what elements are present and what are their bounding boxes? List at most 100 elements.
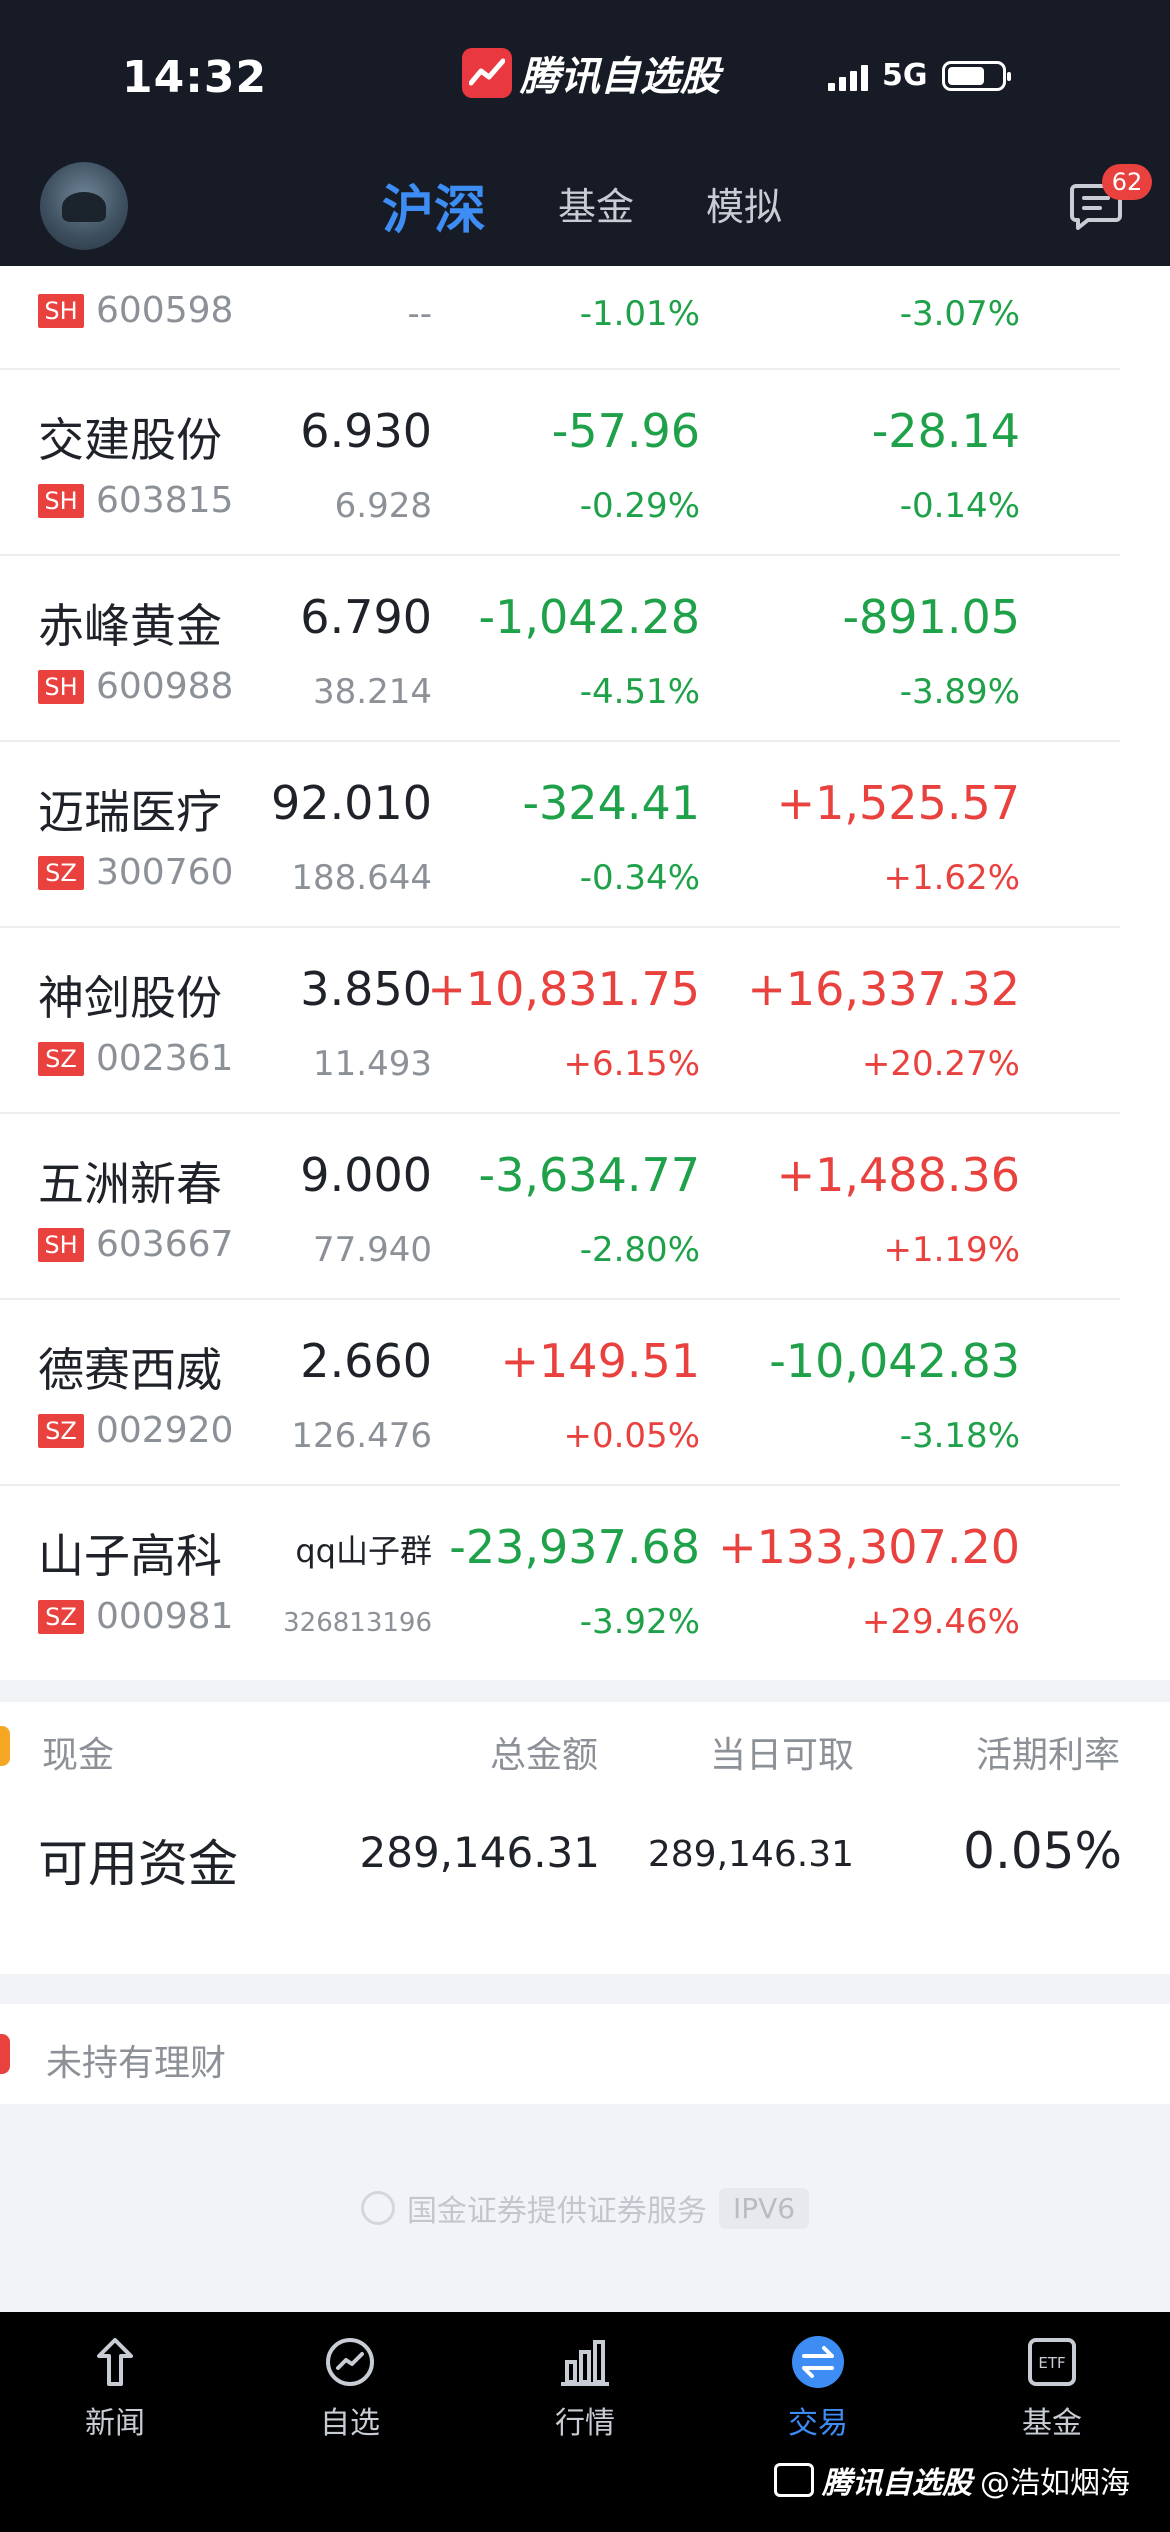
total-pnl-percent: +1.19% [883, 1230, 1021, 1270]
nav-label: 基金 [1022, 2406, 1082, 2441]
holding-row[interactable]: SH 600598 -- -1.01% -3.07% [0, 266, 1120, 370]
market-badge: SH [38, 293, 84, 328]
section-marker [0, 2034, 10, 2074]
nav-label: 行情 [555, 2406, 615, 2441]
market-badge: SZ [38, 1413, 84, 1448]
network-type: 5G [882, 58, 928, 93]
total-pnl: +1,488.36 [776, 1148, 1020, 1202]
watermark-logo-icon [774, 2463, 814, 2497]
today-pnl-percent: -3.92% [579, 1602, 700, 1642]
nav-trade[interactable]: 交易 [738, 2332, 898, 2442]
app-brand: 腾讯自选股 [462, 44, 720, 102]
etf-icon: ETF [1028, 2338, 1076, 2386]
wealth-card[interactable]: 未持有理财 [0, 2004, 1170, 2104]
nav-label: 新闻 [85, 2406, 145, 2441]
today-pnl-percent: -1.01% [579, 294, 700, 334]
broker-service-text: 国金证券提供证券服务 [406, 2194, 707, 2229]
holding-row[interactable]: 交建股份 SH 603815 6.930 6.928 -57.96 -0.29%… [0, 370, 1120, 556]
total-pnl-percent: +1.62% [883, 858, 1021, 898]
stock-name: 五洲新春 [38, 1157, 222, 1211]
market-badge: SZ [38, 1599, 84, 1634]
withdrawable-value: 289,146.31 [647, 1834, 854, 1875]
nav-news[interactable]: 新闻 [35, 2332, 195, 2442]
holdings-list: SH 600598 -- -1.01% -3.07% 交建股份 SH 60381… [0, 266, 1170, 1680]
holding-row[interactable]: 迈瑞医疗 SZ 300760 92.010 188.644 -324.41 -0… [0, 742, 1120, 928]
current-price: 3.850 [300, 962, 432, 1016]
cost-price: 126.476 [291, 1416, 432, 1456]
stock-code: 600988 [96, 666, 234, 707]
no-wealth-products-text: 未持有理财 [46, 2043, 227, 2084]
tab-simulated[interactable]: 模拟 [706, 176, 782, 231]
today-pnl-percent: -0.34% [579, 858, 700, 898]
available-funds-label: 可用资金 [38, 1835, 238, 1893]
holding-row[interactable]: 五洲新春 SH 603667 9.000 77.940 -3,634.77 -2… [0, 1114, 1120, 1300]
market-icon [561, 2340, 609, 2386]
ipv6-badge: IPV6 [718, 2187, 810, 2229]
nav-label: 自选 [320, 2406, 380, 2441]
stock-name: 交建股份 [38, 413, 222, 467]
current-price: qq山子群 [295, 1532, 432, 1570]
today-pnl: -3,634.77 [478, 1148, 700, 1202]
watermark-user: @浩如烟海 [980, 2466, 1130, 2501]
today-pnl-percent: +6.15% [563, 1044, 701, 1084]
total-pnl-percent: +20.27% [861, 1044, 1020, 1084]
current-price: 6.930 [300, 404, 432, 458]
tab-hushen[interactable]: 沪深 [382, 168, 486, 243]
market-badge: SH [38, 669, 84, 704]
market-badge: SZ [38, 1041, 84, 1076]
watchlist-icon [326, 2338, 374, 2386]
cost-price: 11.493 [313, 1044, 432, 1084]
current-price: 92.010 [271, 776, 432, 830]
total-pnl: -28.14 [871, 404, 1020, 458]
cost-price: 326813196 [283, 1608, 432, 1638]
signal-icon [828, 61, 868, 91]
status-time: 14:32 [122, 52, 268, 103]
interest-rate-value: 0.05% [963, 1822, 1122, 1880]
nav-market[interactable]: 行情 [505, 2332, 665, 2442]
market-tabs: 沪深 基金 模拟 [0, 176, 1170, 246]
cost-price: 38.214 [313, 672, 432, 712]
app-logo-icon [462, 48, 512, 98]
stock-code: 300760 [96, 852, 234, 893]
watermark: 腾讯自选股 @浩如烟海 [774, 2458, 1130, 2502]
total-pnl-percent: +29.46% [861, 1602, 1020, 1642]
app-name: 腾讯自选股 [520, 54, 720, 100]
status-icons: 5G [828, 58, 1011, 93]
bottom-navigation: 新闻 自选 行情 交易 ETF 基金 腾讯自选股 @浩如烟海 [0, 2312, 1170, 2532]
total-pnl: -891.05 [842, 590, 1020, 644]
stock-code: 002361 [96, 1038, 234, 1079]
nav-fund[interactable]: ETF 基金 [972, 2332, 1132, 2442]
header-interest-rate: 活期利率 [975, 1735, 1120, 1776]
broker-icon [360, 2191, 395, 2225]
stock-name: 迈瑞医疗 [38, 785, 222, 839]
nav-label: 交易 [788, 2406, 848, 2441]
watermark-brand: 腾讯自选股 [822, 2466, 972, 2501]
tab-fund[interactable]: 基金 [558, 176, 634, 231]
battery-icon [941, 60, 1011, 91]
cost-price: 6.928 [334, 486, 432, 526]
market-badge: SZ [38, 855, 84, 890]
holding-row[interactable]: 神剑股份 SZ 002361 3.850 11.493 +10,831.75 +… [0, 928, 1120, 1114]
today-pnl: -23,937.68 [449, 1520, 700, 1574]
header-withdrawable: 当日可取 [709, 1735, 854, 1776]
stock-code: 603815 [96, 480, 234, 521]
stock-name: 山子高科 [38, 1529, 222, 1583]
stock-name: 赤峰黄金 [38, 599, 222, 653]
total-pnl-percent: -3.18% [899, 1416, 1020, 1456]
news-icon [97, 2338, 133, 2386]
holding-row[interactable]: 山子高科 SZ 000981 qq山子群 326813196 -23,937.6… [0, 1486, 1120, 1672]
holding-row[interactable]: 赤峰黄金 SH 600988 6.790 38.214 -1,042.28 -4… [0, 556, 1120, 742]
current-price: 9.000 [300, 1148, 432, 1202]
total-pnl-percent: -3.89% [899, 672, 1020, 712]
holding-row[interactable]: 德赛西威 SZ 002920 2.660 126.476 +149.51 +0.… [0, 1300, 1120, 1486]
today-pnl-percent: -2.80% [579, 1230, 700, 1270]
nav-watchlist[interactable]: 自选 [270, 2332, 430, 2442]
today-pnl-percent: -0.29% [579, 486, 700, 526]
cash-card: 现金 总金额 当日可取 活期利率 可用资金 289,146.31 289,146… [0, 1702, 1170, 1974]
today-pnl: -324.41 [522, 776, 700, 830]
current-price: 6.790 [300, 590, 432, 644]
total-amount-value: 289,146.31 [359, 1828, 600, 1877]
cost-price: 77.940 [313, 1230, 432, 1270]
stock-code: 000981 [96, 1596, 234, 1637]
cash-section-title: 现金 [42, 1735, 115, 1776]
